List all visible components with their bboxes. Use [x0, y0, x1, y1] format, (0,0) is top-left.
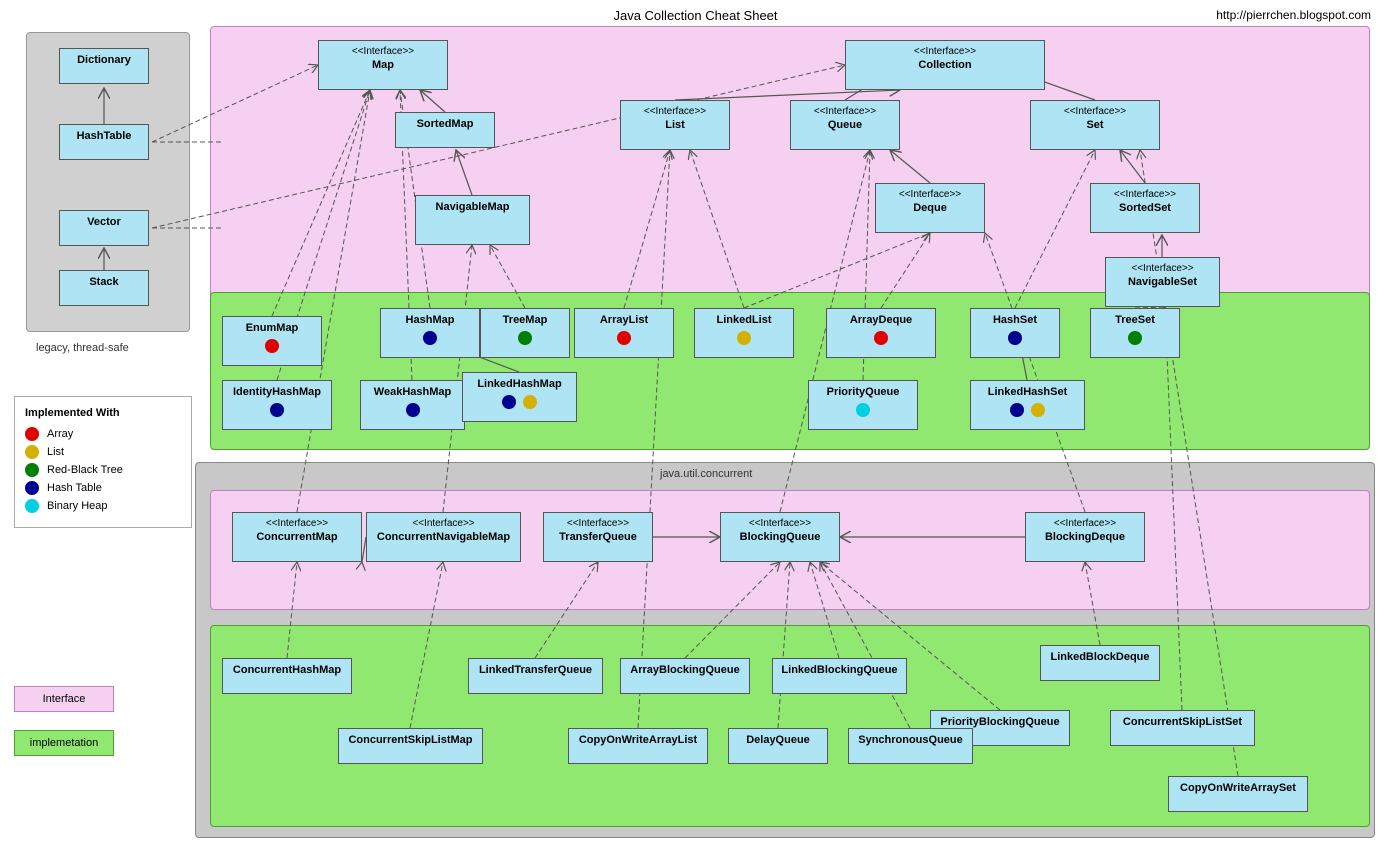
class-stack: Stack [59, 270, 149, 306]
class-synchronousqueue: SynchronousQueue [848, 728, 973, 764]
interface-legend-label: Interface [43, 693, 86, 705]
class-collection: <<Interface>> Collection [845, 40, 1045, 90]
legend-list: List [25, 445, 181, 459]
class-enummap: EnumMap [222, 316, 322, 366]
class-arraydeque: ArrayDeque [826, 308, 936, 358]
class-sortedmap: SortedMap [395, 112, 495, 148]
class-navigablemap: NavigableMap [415, 195, 530, 245]
class-concurrentskiplistset: ConcurrentSkipListSet [1110, 710, 1255, 746]
legend-list-label: List [47, 446, 64, 458]
legacy-label: legacy, thread-safe [36, 342, 129, 354]
class-queue: <<Interface>> Queue [790, 100, 900, 150]
dot-green [25, 463, 39, 477]
class-navigableset: <<Interface>> NavigableSet [1105, 257, 1220, 307]
interface-legend-box: Interface [14, 686, 114, 712]
class-map: <<Interface>> Map [318, 40, 448, 90]
class-arraylist: ArrayList [574, 308, 674, 358]
class-vector: Vector [59, 210, 149, 246]
class-linkedblockdeque: LinkedBlockDeque [1040, 645, 1160, 681]
class-list: <<Interface>> List [620, 100, 730, 150]
class-blockingqueue: <<Interface>> BlockingQueue [720, 512, 840, 562]
class-concurrentskiplistmap: ConcurrentSkipListMap [338, 728, 483, 764]
class-linkedhashmap: LinkedHashMap [462, 372, 577, 422]
class-blockingdeque: <<Interface>> BlockingDeque [1025, 512, 1145, 562]
class-hashset: HashSet [970, 308, 1060, 358]
class-delayqueue: DelayQueue [728, 728, 828, 764]
class-arrayblockingqueue: ArrayBlockingQueue [620, 658, 750, 694]
legend-rbt: Red-Black Tree [25, 463, 181, 477]
class-transferqueue: <<Interface>> TransferQueue [543, 512, 653, 562]
class-hashtable-legacy: HashTable [59, 124, 149, 160]
dot-cyan [25, 499, 39, 513]
legend: Implemented With Array List Red-Black Tr… [14, 396, 192, 528]
dot-yellow [25, 445, 39, 459]
class-concurrenthashmap: ConcurrentHashMap [222, 658, 352, 694]
page-title: Java Collection Cheat Sheet [613, 8, 777, 23]
legend-hashtable: Hash Table [25, 481, 181, 495]
legend-heap: Binary Heap [25, 499, 181, 513]
class-identityhashmap: IdentityHashMap [222, 380, 332, 430]
class-linkedlist: LinkedList [694, 308, 794, 358]
class-linkedtransferqueue: LinkedTransferQueue [468, 658, 603, 694]
legend-title: Implemented With [25, 407, 181, 419]
class-copyonwritearrayset: CopyOnWriteArraySet [1168, 776, 1308, 812]
class-treemap: TreeMap [480, 308, 570, 358]
class-weakhashmap: WeakHashMap [360, 380, 465, 430]
class-set: <<Interface>> Set [1030, 100, 1160, 150]
class-sortedset: <<Interface>> SortedSet [1090, 183, 1200, 233]
dot-red [25, 427, 39, 441]
class-hashmap: HashMap [380, 308, 480, 358]
dot-blue [25, 481, 39, 495]
class-concurrentmap: <<Interface>> ConcurrentMap [232, 512, 362, 562]
legend-array-label: Array [47, 428, 73, 440]
impl-legend-label: implemetation [30, 737, 98, 749]
page-url: http://pierrchen.blogspot.com [1216, 8, 1371, 22]
class-linkedblockingqueue: LinkedBlockingQueue [772, 658, 907, 694]
class-priorityqueue: PriorityQueue [808, 380, 918, 430]
class-treeset: TreeSet [1090, 308, 1180, 358]
concurrent-label: java.util.concurrent [660, 468, 752, 480]
impl-legend-box: implemetation [14, 730, 114, 756]
class-dictionary: Dictionary [59, 48, 149, 84]
class-linkedhashset: LinkedHashSet [970, 380, 1085, 430]
legend-hashtable-label: Hash Table [47, 482, 102, 494]
legend-rbt-label: Red-Black Tree [47, 464, 123, 476]
class-copyonwritearraylist: CopyOnWriteArrayList [568, 728, 708, 764]
class-concurrentnavigablemap: <<Interface>> ConcurrentNavigableMap [366, 512, 521, 562]
class-deque: <<Interface>> Deque [875, 183, 985, 233]
legend-array: Array [25, 427, 181, 441]
legend-heap-label: Binary Heap [47, 500, 108, 512]
